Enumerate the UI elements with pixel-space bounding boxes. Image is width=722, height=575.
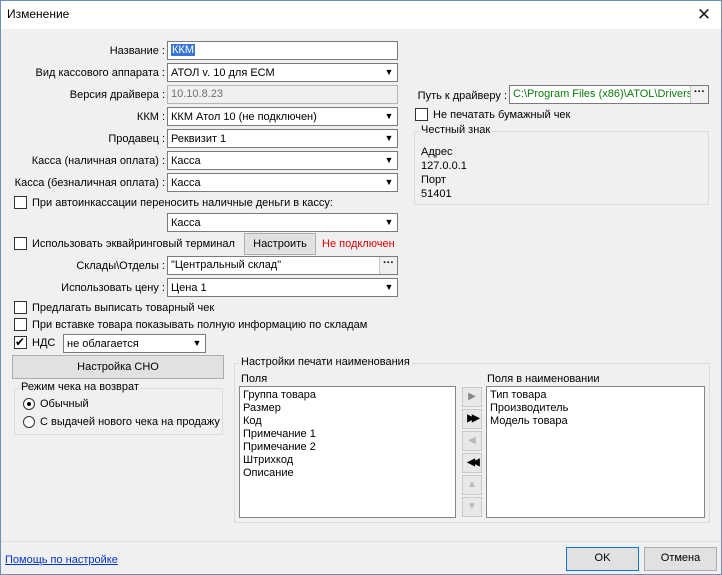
driver-version-label: Версия драйвера : [69, 89, 165, 101]
list-item[interactable]: Модель товара [490, 415, 701, 428]
kkm-value: ККМ Атол 10 (не подключен) [171, 111, 317, 123]
return-mode-legend: Режим чека на возврат [19, 381, 141, 394]
footer-divider [1, 541, 721, 542]
chevron-down-icon: ▼ [192, 338, 202, 348]
vat-checkbox[interactable]: ✔ [14, 335, 27, 349]
edit-dialog: Изменение ✕ Название : ККМ Вид кассового… [0, 0, 722, 575]
return-mode-radio-normal[interactable] [23, 398, 35, 410]
move-down-button[interactable]: ▼ [462, 497, 482, 517]
name-fields-list[interactable]: Тип товара Производитель Модель товара [486, 386, 705, 518]
move-up-button[interactable]: ▲ [462, 475, 482, 495]
print-settings-legend: Настройки печати наименования [239, 356, 412, 369]
chevron-down-icon: ▼ [384, 155, 394, 165]
cash-register-value: Касса [171, 155, 201, 167]
vat-select[interactable]: не облагается ▼ [63, 334, 206, 353]
no-paper-receipt-label: Не печатать бумажный чек [433, 109, 571, 121]
list-item[interactable]: Производитель [490, 402, 701, 415]
list-item[interactable]: Примечание 2 [243, 441, 452, 454]
auto-collection-register-value: Касса [171, 217, 201, 229]
chevron-down-icon: ▼ [384, 217, 394, 227]
list-item[interactable]: Код [243, 415, 452, 428]
price-value: Цена 1 [171, 282, 207, 294]
list-item[interactable]: Тип товара [490, 389, 701, 402]
auto-collection-register-select[interactable]: Касса ▼ [167, 213, 398, 232]
warehouses-label: Склады\Отделы : [76, 260, 165, 272]
no-paper-receipt-checkbox[interactable] [415, 108, 428, 121]
sno-settings-button[interactable]: Настройка СНО [12, 355, 224, 379]
move-right-button[interactable]: ▶ [462, 387, 482, 407]
list-item[interactable]: Размер [243, 402, 452, 415]
honest-sign-address-label: Адрес [421, 146, 453, 158]
list-item[interactable]: Примечание 1 [243, 428, 452, 441]
cash-register-label: Касса (наличная оплата) : [31, 155, 165, 167]
name-input[interactable]: ККМ [167, 41, 398, 60]
seller-value: Реквизит 1 [171, 133, 227, 145]
honest-sign-port-value: 51401 [421, 188, 452, 200]
browse-icon[interactable]: ··· [690, 86, 708, 103]
return-mode-radio-new-receipt[interactable] [23, 416, 35, 428]
move-all-left-button[interactable]: ◀◀ [462, 453, 482, 473]
vat-value: не облагается [67, 338, 139, 350]
cashless-register-value: Касса [171, 177, 201, 189]
close-icon[interactable]: ✕ [687, 1, 721, 29]
warehouses-value: "Центральный склад" [171, 259, 282, 271]
list-item[interactable]: Группа товара [243, 389, 452, 402]
return-mode-option-new-receipt: С выдачей нового чека на продажу [40, 416, 220, 428]
device-type-label: Вид кассового аппарата : [35, 67, 165, 79]
price-select[interactable]: Цена 1 ▼ [167, 278, 398, 297]
move-left-button[interactable]: ◀ [462, 431, 482, 451]
driver-path-label: Путь к драйверу : [417, 90, 507, 102]
acquiring-checkbox[interactable] [14, 237, 27, 250]
seller-label: Продавец : [108, 133, 165, 145]
device-type-value: АТОЛ v. 10 для ЕСМ [171, 67, 275, 79]
offer-receipt-label: Предлагать выписать товарный чек [32, 302, 215, 314]
list-item[interactable]: Описание [243, 467, 452, 480]
fields-list[interactable]: Группа товара Размер Код Примечание 1 Пр… [239, 386, 456, 518]
chevron-down-icon: ▼ [384, 67, 394, 77]
device-type-select[interactable]: АТОЛ v. 10 для ЕСМ ▼ [167, 63, 398, 82]
cancel-button[interactable]: Отмена [644, 547, 717, 571]
chevron-down-icon: ▼ [384, 282, 394, 292]
window-title: Изменение [7, 7, 70, 21]
move-all-right-button[interactable]: ▶▶ [462, 409, 482, 429]
auto-collection-label: При автоинкассации переносить наличные д… [32, 197, 333, 209]
full-stock-info-checkbox[interactable] [14, 318, 27, 331]
offer-receipt-checkbox[interactable] [14, 301, 27, 314]
fields-list-label: Поля [241, 373, 268, 385]
honest-sign-legend: Честный знак [419, 124, 493, 137]
name-value: ККМ [171, 44, 195, 56]
radio-dot-icon [27, 402, 31, 406]
chevron-down-icon: ▼ [384, 111, 394, 121]
title-bar: Изменение ✕ [1, 1, 721, 29]
acquiring-label: Использовать эквайринговый терминал [32, 238, 235, 250]
cashless-register-select[interactable]: Касса ▼ [167, 173, 398, 192]
acquiring-status: Не подключен [322, 238, 395, 250]
checkmark-icon: ✔ [15, 335, 26, 349]
vat-label: НДС [32, 337, 56, 349]
driver-path-field[interactable]: C:\Program Files (x86)\ATOL\Drivers ··· [509, 85, 709, 104]
help-link[interactable]: Помощь по настройке [5, 553, 118, 567]
seller-select[interactable]: Реквизит 1 ▼ [167, 129, 398, 148]
name-fields-list-label: Поля в наименовании [487, 373, 600, 385]
full-stock-info-label: При вставке товара показывать полную инф… [32, 319, 368, 331]
warehouses-field[interactable]: "Центральный склад" ··· [167, 256, 398, 275]
cashless-register-label: Касса (безналичная оплата) : [14, 177, 165, 189]
browse-icon[interactable]: ··· [379, 257, 397, 274]
name-label: Название : [109, 45, 165, 57]
cash-register-select[interactable]: Касса ▼ [167, 151, 398, 170]
honest-sign-address-value: 127.0.0.1 [421, 160, 467, 172]
return-mode-option-normal: Обычный [40, 398, 89, 410]
driver-path-value: C:\Program Files (x86)\ATOL\Drivers [513, 88, 693, 100]
price-label: Использовать цену : [61, 282, 165, 294]
acquiring-setup-button[interactable]: Настроить [244, 233, 316, 255]
chevron-down-icon: ▼ [384, 177, 394, 187]
ok-button[interactable]: OK [566, 547, 639, 571]
driver-version-field: 10.10.8.23 [167, 85, 398, 104]
chevron-down-icon: ▼ [384, 133, 394, 143]
auto-collection-checkbox[interactable] [14, 196, 27, 209]
kkm-label: ККМ : [136, 111, 165, 123]
kkm-select[interactable]: ККМ Атол 10 (не подключен) ▼ [167, 107, 398, 126]
list-item[interactable]: Штрихкод [243, 454, 452, 467]
honest-sign-port-label: Порт [421, 174, 446, 186]
